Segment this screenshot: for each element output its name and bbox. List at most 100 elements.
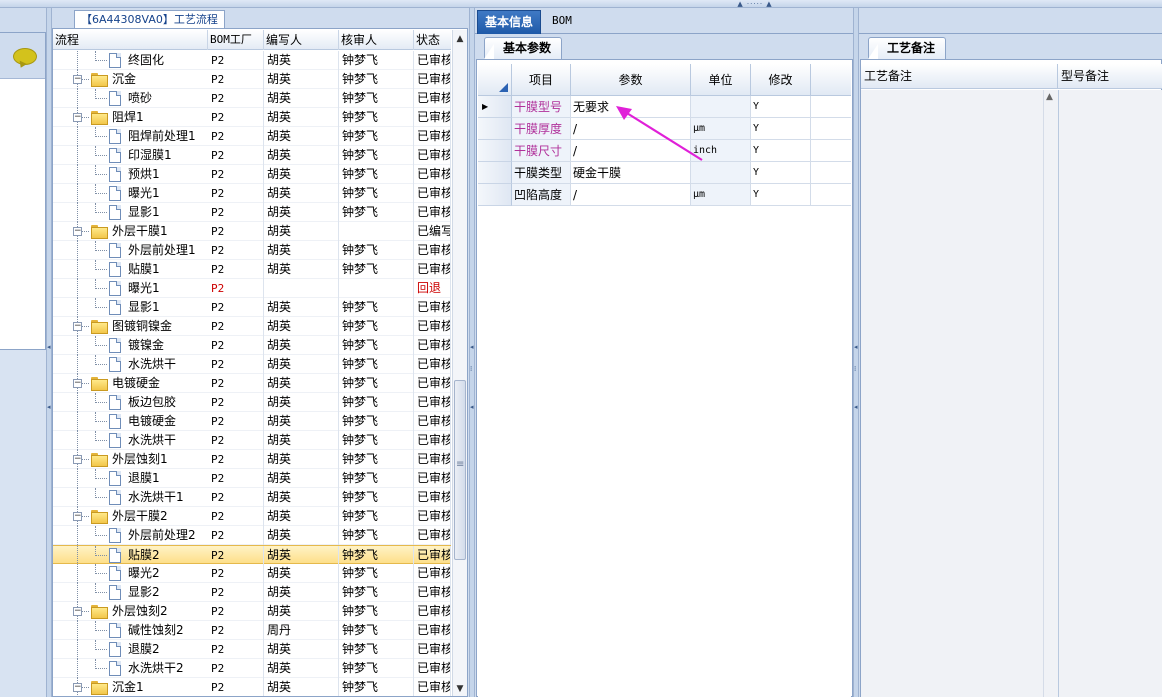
col-header-process[interactable]: 流程 — [53, 30, 208, 50]
tree-node-label[interactable]: 显影1 — [128, 298, 160, 317]
tree-node-label[interactable]: 外层前处理1 — [128, 241, 196, 260]
expand-minus-icon[interactable]: − — [73, 75, 82, 84]
tree-folder-row[interactable]: − 图镀铜镍金 P2 胡英 钟梦飞 已审核 — [53, 317, 451, 336]
tree-row[interactable]: 外层前处理1 P2 胡英 钟梦飞 已审核 — [53, 241, 451, 260]
param-unit-cell[interactable]: μm — [691, 184, 751, 206]
tree-node-label[interactable]: 喷砂 — [128, 89, 152, 108]
row-indicator[interactable] — [478, 184, 512, 206]
tree-row[interactable]: 贴膜2 P2 胡英 钟梦飞 已审核 — [53, 545, 451, 565]
tree-node-label[interactable]: 贴膜1 — [128, 260, 160, 279]
tree-row[interactable]: 退膜2 P2 胡英 钟梦飞 已审核 — [53, 640, 451, 659]
tree-node-label[interactable]: 退膜1 — [128, 469, 160, 488]
tree-node-label[interactable]: 预烘1 — [128, 165, 160, 184]
tree-node-label[interactable]: 外层蚀刻1 — [112, 450, 168, 469]
param-item-cell[interactable]: 干膜厚度 — [512, 118, 571, 140]
tree-node-label[interactable]: 显影2 — [128, 583, 160, 602]
splitter-arrow-icon[interactable]: ◂ — [470, 344, 474, 351]
tree-node-label[interactable]: 电镀硬金 — [128, 412, 176, 431]
grid-header-item[interactable]: 项目 — [512, 64, 571, 96]
tree-row[interactable]: 印湿膜1 P2 胡英 钟梦飞 已审核 — [53, 146, 451, 165]
tree-row[interactable]: 预烘1 P2 胡英 钟梦飞 已审核 — [53, 165, 451, 184]
param-modify-cell[interactable]: Y — [751, 184, 811, 206]
tree-row[interactable]: 曝光1 P2 回退 — [53, 279, 451, 298]
grid-corner[interactable] — [478, 64, 512, 96]
row-indicator[interactable] — [478, 162, 512, 184]
row-indicator[interactable] — [478, 118, 512, 140]
param-row[interactable]: 凹陷高度 / μm Y — [478, 184, 851, 206]
col-header-bom[interactable]: BOM工厂 — [208, 30, 264, 50]
tree-row[interactable]: 水洗烘干 P2 胡英 钟梦飞 已审核 — [53, 355, 451, 374]
splitter-arrow-icon[interactable]: ◂ — [854, 344, 858, 351]
tree-folder-row[interactable]: − 沉金 P2 胡英 钟梦飞 已审核 — [53, 70, 451, 89]
tree-node-label[interactable]: 曝光1 — [128, 184, 160, 203]
tree-vertical-scrollbar[interactable]: ▲ ▼ — [452, 30, 467, 696]
expand-minus-icon[interactable]: − — [73, 455, 82, 464]
param-item-cell[interactable]: 凹陷高度 — [512, 184, 571, 206]
splitter-arrow-icon[interactable]: ◂ — [470, 404, 474, 411]
expand-minus-icon[interactable]: − — [73, 607, 82, 616]
grid-header-param[interactable]: 参数 — [571, 64, 691, 96]
param-item-cell[interactable]: 干膜型号 — [512, 96, 571, 118]
tree-node-label[interactable]: 阻焊前处理1 — [128, 127, 196, 146]
tree-row[interactable]: 显影2 P2 胡英 钟梦飞 已审核 — [53, 583, 451, 602]
tree-folder-row[interactable]: − 阻焊1 P2 胡英 钟梦飞 已审核 — [53, 108, 451, 127]
right-splitter[interactable]: ◂ ⁞ ◂ — [853, 8, 859, 697]
param-item-cell[interactable]: 干膜尺寸 — [512, 140, 571, 162]
tree-folder-row[interactable]: − 外层蚀刻2 P2 胡英 钟梦飞 已审核 — [53, 602, 451, 621]
splitter-arrow-icon[interactable]: ◂ — [47, 404, 51, 411]
tree-node-label[interactable]: 曝光2 — [128, 564, 160, 583]
tree-node-label[interactable]: 外层前处理2 — [128, 526, 196, 545]
row-pointer-icon[interactable]: ▶ — [478, 96, 512, 118]
notes-scrollbar[interactable]: ▲ — [1043, 90, 1057, 697]
tree-folder-row[interactable]: − 沉金1 P2 胡英 钟梦飞 已审核 — [53, 678, 451, 696]
tree-folder-row[interactable]: − 外层干膜2 P2 胡英 钟梦飞 已审核 — [53, 507, 451, 526]
tree-row[interactable]: 水洗烘干 P2 胡英 钟梦飞 已审核 — [53, 431, 451, 450]
tree-row[interactable]: 水洗烘干2 P2 胡英 钟梦飞 已审核 — [53, 659, 451, 678]
row-indicator[interactable] — [478, 140, 512, 162]
tree-row[interactable]: 电镀硬金 P2 胡英 钟梦飞 已审核 — [53, 412, 451, 431]
expand-minus-icon[interactable]: − — [73, 113, 82, 122]
splitter-arrow-icon[interactable]: ◂ — [854, 404, 858, 411]
middle-splitter[interactable]: ◂ ⁞ ◂ — [469, 8, 475, 697]
tab-basic-info[interactable]: 基本信息 — [477, 10, 542, 34]
param-modify-cell[interactable]: Y — [751, 96, 811, 118]
tab-bom[interactable]: BOM — [545, 10, 579, 34]
tree-row[interactable]: 板边包胶 P2 胡英 钟梦飞 已审核 — [53, 393, 451, 412]
splitter-grip-icon[interactable]: ⁞ — [854, 366, 858, 373]
tree-row[interactable]: 曝光2 P2 胡英 钟梦飞 已审核 — [53, 564, 451, 583]
tree-row[interactable]: 碱性蚀刻2 P2 周丹 钟梦飞 已审核 — [53, 621, 451, 640]
tree-node-label[interactable]: 水洗烘干 — [128, 355, 176, 374]
tree-node-label[interactable]: 曝光1 — [128, 279, 160, 298]
tree-row[interactable]: 终固化 P2 胡英 钟梦飞 已审核 — [53, 51, 451, 70]
tree-row[interactable]: 退膜1 P2 胡英 钟梦飞 已审核 — [53, 469, 451, 488]
param-modify-cell[interactable]: Y — [751, 162, 811, 184]
grid-header-unit[interactable]: 单位 — [691, 64, 751, 96]
splitter-grip-icon[interactable]: ⁞ — [470, 366, 474, 373]
chat-bubble-icon[interactable] — [13, 48, 37, 65]
param-modify-cell[interactable]: Y — [751, 140, 811, 162]
param-value-cell[interactable]: / — [571, 184, 691, 206]
tree-node-label[interactable]: 印湿膜1 — [128, 146, 172, 165]
collapse-grip-icon[interactable]: ▲ ····· ▲ — [725, 1, 785, 8]
scroll-down-icon[interactable]: ▼ — [453, 682, 467, 696]
tree-node-label[interactable]: 板边包胶 — [128, 393, 176, 412]
col-header-writer[interactable]: 编写人 — [264, 30, 339, 50]
tree-row[interactable]: 镀镍金 P2 胡英 钟梦飞 已审核 — [53, 336, 451, 355]
tree-node-label[interactable]: 水洗烘干2 — [128, 659, 184, 678]
tree-node-label[interactable]: 外层干膜1 — [112, 222, 168, 241]
tree-node-label[interactable]: 贴膜2 — [128, 546, 160, 565]
expand-minus-icon[interactable]: − — [73, 512, 82, 521]
scroll-up-icon[interactable]: ▲ — [453, 32, 467, 46]
tree-folder-row[interactable]: − 电镀硬金 P2 胡英 钟梦飞 已审核 — [53, 374, 451, 393]
expand-minus-icon[interactable]: − — [73, 379, 82, 388]
tree-row[interactable]: 曝光1 P2 胡英 钟梦飞 已审核 — [53, 184, 451, 203]
param-modify-cell[interactable]: Y — [751, 118, 811, 140]
col-header-status[interactable]: 状态 — [414, 30, 451, 50]
splitter-arrow-icon[interactable]: ◂ — [47, 344, 51, 351]
tree-row[interactable]: 阻焊前处理1 P2 胡英 钟梦飞 已审核 — [53, 127, 451, 146]
col-header-reviewer[interactable]: 核审人 — [339, 30, 414, 50]
expand-minus-icon[interactable]: − — [73, 227, 82, 236]
tree-node-label[interactable]: 终固化 — [128, 51, 164, 70]
tree-node-label[interactable]: 外层干膜2 — [112, 507, 168, 526]
tree-node-label[interactable]: 图镀铜镍金 — [112, 317, 172, 336]
